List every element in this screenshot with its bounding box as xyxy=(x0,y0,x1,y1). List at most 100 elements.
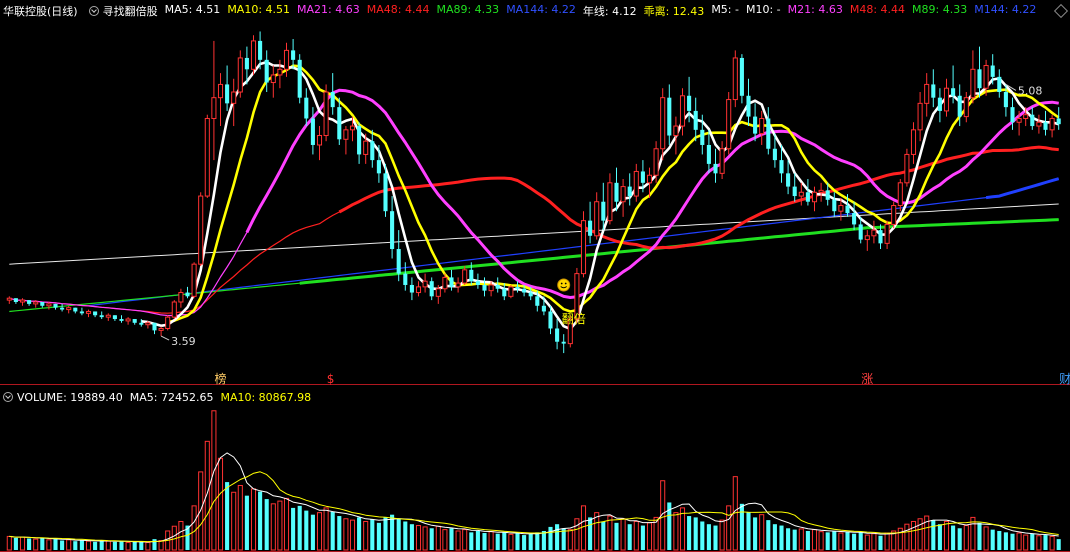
volume-bar xyxy=(139,541,144,550)
kline-chart[interactable]: 5.083.59翻倍榜$涨财减 xyxy=(0,0,1070,552)
volume-bar xyxy=(469,532,474,550)
candle-body xyxy=(713,163,718,174)
volume-bar xyxy=(125,542,131,551)
volume-bar xyxy=(310,514,315,550)
volume-bar xyxy=(646,522,653,551)
volume-bar xyxy=(640,525,645,550)
candle-body xyxy=(145,322,151,326)
volume-bar xyxy=(6,535,12,551)
candle-body xyxy=(79,311,84,314)
volume-bar xyxy=(330,511,335,550)
candle-body xyxy=(403,273,408,285)
volume-bar xyxy=(40,537,45,550)
volume-bar xyxy=(693,517,698,550)
candle-body xyxy=(825,190,830,200)
candle-body xyxy=(522,288,527,293)
candle-body xyxy=(178,292,184,303)
candle-body xyxy=(33,301,39,305)
candle-body xyxy=(620,186,626,203)
candle-body xyxy=(99,315,104,318)
candle-body xyxy=(46,303,52,307)
volume-bar xyxy=(1023,534,1029,551)
volume-bar xyxy=(191,505,197,551)
volume-bar xyxy=(990,529,995,550)
candle-body xyxy=(132,319,137,323)
volume-bar xyxy=(983,526,989,551)
volume-bar xyxy=(858,532,863,550)
smiley-icon xyxy=(557,278,571,292)
candle-body xyxy=(165,316,171,329)
volume-bar xyxy=(1016,532,1022,551)
candle-body xyxy=(910,129,917,155)
chart-frame xyxy=(0,384,1070,552)
candle-body xyxy=(633,170,639,197)
candle-body xyxy=(158,327,164,331)
candle-body xyxy=(858,224,863,240)
volume-bar xyxy=(482,533,487,550)
volume-bar xyxy=(614,522,619,550)
candle-body xyxy=(40,302,45,306)
candle-body xyxy=(746,95,751,117)
volume-bar xyxy=(937,524,942,550)
volume-bar xyxy=(376,522,381,550)
candle-body xyxy=(343,129,349,140)
volume-bar xyxy=(759,514,765,551)
volume-bar xyxy=(951,525,956,550)
candle-body xyxy=(515,286,520,289)
volume-bar xyxy=(601,521,606,550)
candle-body xyxy=(753,116,758,134)
volume-bar xyxy=(217,457,224,551)
candle-body xyxy=(495,284,500,289)
candle-body xyxy=(6,297,12,301)
event-marker-1: $ xyxy=(327,372,335,386)
volume-bar xyxy=(455,530,461,551)
smiley-eye xyxy=(564,282,567,285)
volume-bar xyxy=(943,520,950,551)
volume-bars xyxy=(6,410,1061,551)
volume-bar xyxy=(567,529,573,551)
volume-bar xyxy=(244,495,249,550)
volume-bar xyxy=(429,528,434,550)
event-marker-0: 榜 xyxy=(215,371,227,386)
low-price-label: 3.59 xyxy=(171,335,196,348)
candle-body xyxy=(660,97,666,150)
candle-body xyxy=(304,97,309,119)
volume-bar xyxy=(904,523,910,551)
candle-body xyxy=(250,40,257,70)
candle-body xyxy=(594,201,600,237)
volume-bar xyxy=(211,410,217,551)
candle-body xyxy=(555,328,560,342)
volume-bar xyxy=(917,518,923,551)
ma89-line xyxy=(9,219,1059,313)
candle-body xyxy=(217,83,224,99)
volume-bar xyxy=(99,540,104,550)
candle-body xyxy=(455,282,461,288)
candle-body xyxy=(429,281,434,297)
volume-bar xyxy=(508,533,514,551)
candle-body xyxy=(818,189,824,193)
volume-bar xyxy=(258,491,263,550)
candle-body xyxy=(706,144,711,164)
candle-body xyxy=(646,174,653,184)
volume-bar xyxy=(627,524,632,550)
candle-body xyxy=(838,205,844,212)
volume-bar xyxy=(1036,535,1042,551)
candle-body xyxy=(924,83,930,104)
volume-bar xyxy=(719,519,725,551)
candle-body xyxy=(508,286,514,297)
volume-bar xyxy=(403,521,408,550)
volume-bar xyxy=(442,529,448,551)
candle-body xyxy=(627,186,632,197)
candle-body xyxy=(105,314,111,318)
volume-bar xyxy=(832,530,837,550)
candle-body xyxy=(383,173,388,212)
volume-bar xyxy=(786,528,791,550)
volume-bar xyxy=(390,514,395,550)
candle-body xyxy=(60,307,65,310)
candle-body xyxy=(588,220,593,236)
candle-body xyxy=(653,148,659,176)
volume-bar xyxy=(753,517,758,550)
candle-body xyxy=(422,280,428,288)
candle-body xyxy=(852,213,857,225)
volume-bar xyxy=(158,539,164,551)
